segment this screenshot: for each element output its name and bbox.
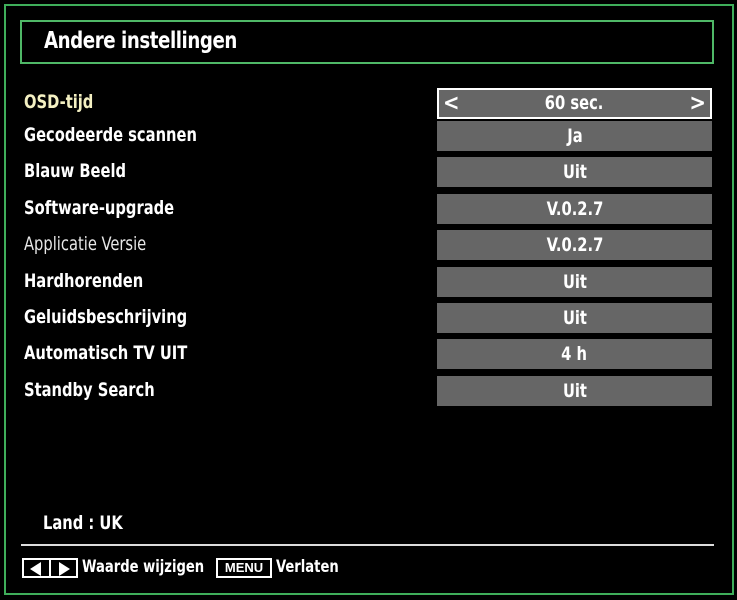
- left-arrow-key-icon: [30, 562, 41, 576]
- setting-value-box[interactable]: 4 h: [437, 339, 712, 369]
- setting-label: Applicatie Versie: [24, 233, 147, 255]
- setting-value-box: V.0.2.7: [437, 230, 712, 260]
- setting-row-application-version: Applicatie Versie V.0.2.7: [0, 230, 737, 262]
- menu-key-icon: MENU: [216, 558, 272, 578]
- setting-value: Uit: [562, 380, 587, 402]
- change-value-hint: Waarde wijzigen: [82, 557, 205, 577]
- right-arrow-key-icon: [59, 562, 70, 576]
- setting-label: Gecodeerde scannen: [24, 124, 197, 146]
- setting-row-osd-time[interactable]: OSD-tijd < 60 sec. >: [0, 88, 737, 120]
- key-separator: [49, 560, 51, 576]
- setting-value-box[interactable]: Uit: [437, 267, 712, 297]
- left-right-keys-icon: [22, 558, 78, 578]
- setting-value: V.0.2.7: [546, 198, 603, 220]
- setting-value: Uit: [562, 307, 587, 329]
- setting-value-box[interactable]: Uit: [437, 157, 712, 187]
- chevron-left-icon[interactable]: <: [443, 90, 460, 117]
- setting-value-box[interactable]: V.0.2.7: [437, 194, 712, 224]
- setting-row-encrypted-scan[interactable]: Gecodeerde scannen Ja: [0, 121, 737, 153]
- setting-label: Software-upgrade: [24, 197, 175, 219]
- setting-value: Uit: [562, 271, 587, 293]
- setting-value: 4 h: [561, 343, 588, 365]
- setting-row-standby-search[interactable]: Standby Search Uit: [0, 376, 737, 408]
- setting-row-software-upgrade[interactable]: Software-upgrade V.0.2.7: [0, 194, 737, 226]
- setting-value: Ja: [566, 125, 583, 147]
- footer-divider: [21, 544, 714, 546]
- setting-row-audio-description[interactable]: Geluidsbeschrijving Uit: [0, 303, 737, 335]
- setting-label: OSD-tijd: [24, 91, 94, 113]
- setting-value: Uit: [562, 161, 587, 183]
- setting-row-blue-screen[interactable]: Blauw Beeld Uit: [0, 157, 737, 189]
- osd-time-selector[interactable]: < 60 sec. >: [437, 88, 712, 119]
- setting-label: Geluidsbeschrijving: [24, 306, 188, 328]
- chevron-right-icon[interactable]: >: [689, 90, 706, 117]
- setting-label: Standby Search: [24, 379, 155, 401]
- exit-hint: Verlaten: [276, 557, 339, 577]
- setting-value: 60 sec.: [545, 92, 604, 114]
- setting-value-box[interactable]: Uit: [437, 303, 712, 333]
- setting-value-box[interactable]: Uit: [437, 376, 712, 406]
- setting-label: Blauw Beeld: [24, 160, 127, 182]
- setting-row-hard-of-hearing[interactable]: Hardhorenden Uit: [0, 267, 737, 299]
- country-label: Land : UK: [43, 512, 123, 534]
- setting-label: Hardhorenden: [24, 270, 144, 292]
- setting-value-box[interactable]: Ja: [437, 121, 712, 151]
- setting-row-auto-tv-off[interactable]: Automatisch TV UIT 4 h: [0, 339, 737, 371]
- setting-value: V.0.2.7: [546, 234, 603, 256]
- title-bar: Andere instellingen: [20, 20, 714, 64]
- page-title: Andere instellingen: [44, 28, 237, 54]
- setting-label: Automatisch TV UIT: [24, 342, 188, 364]
